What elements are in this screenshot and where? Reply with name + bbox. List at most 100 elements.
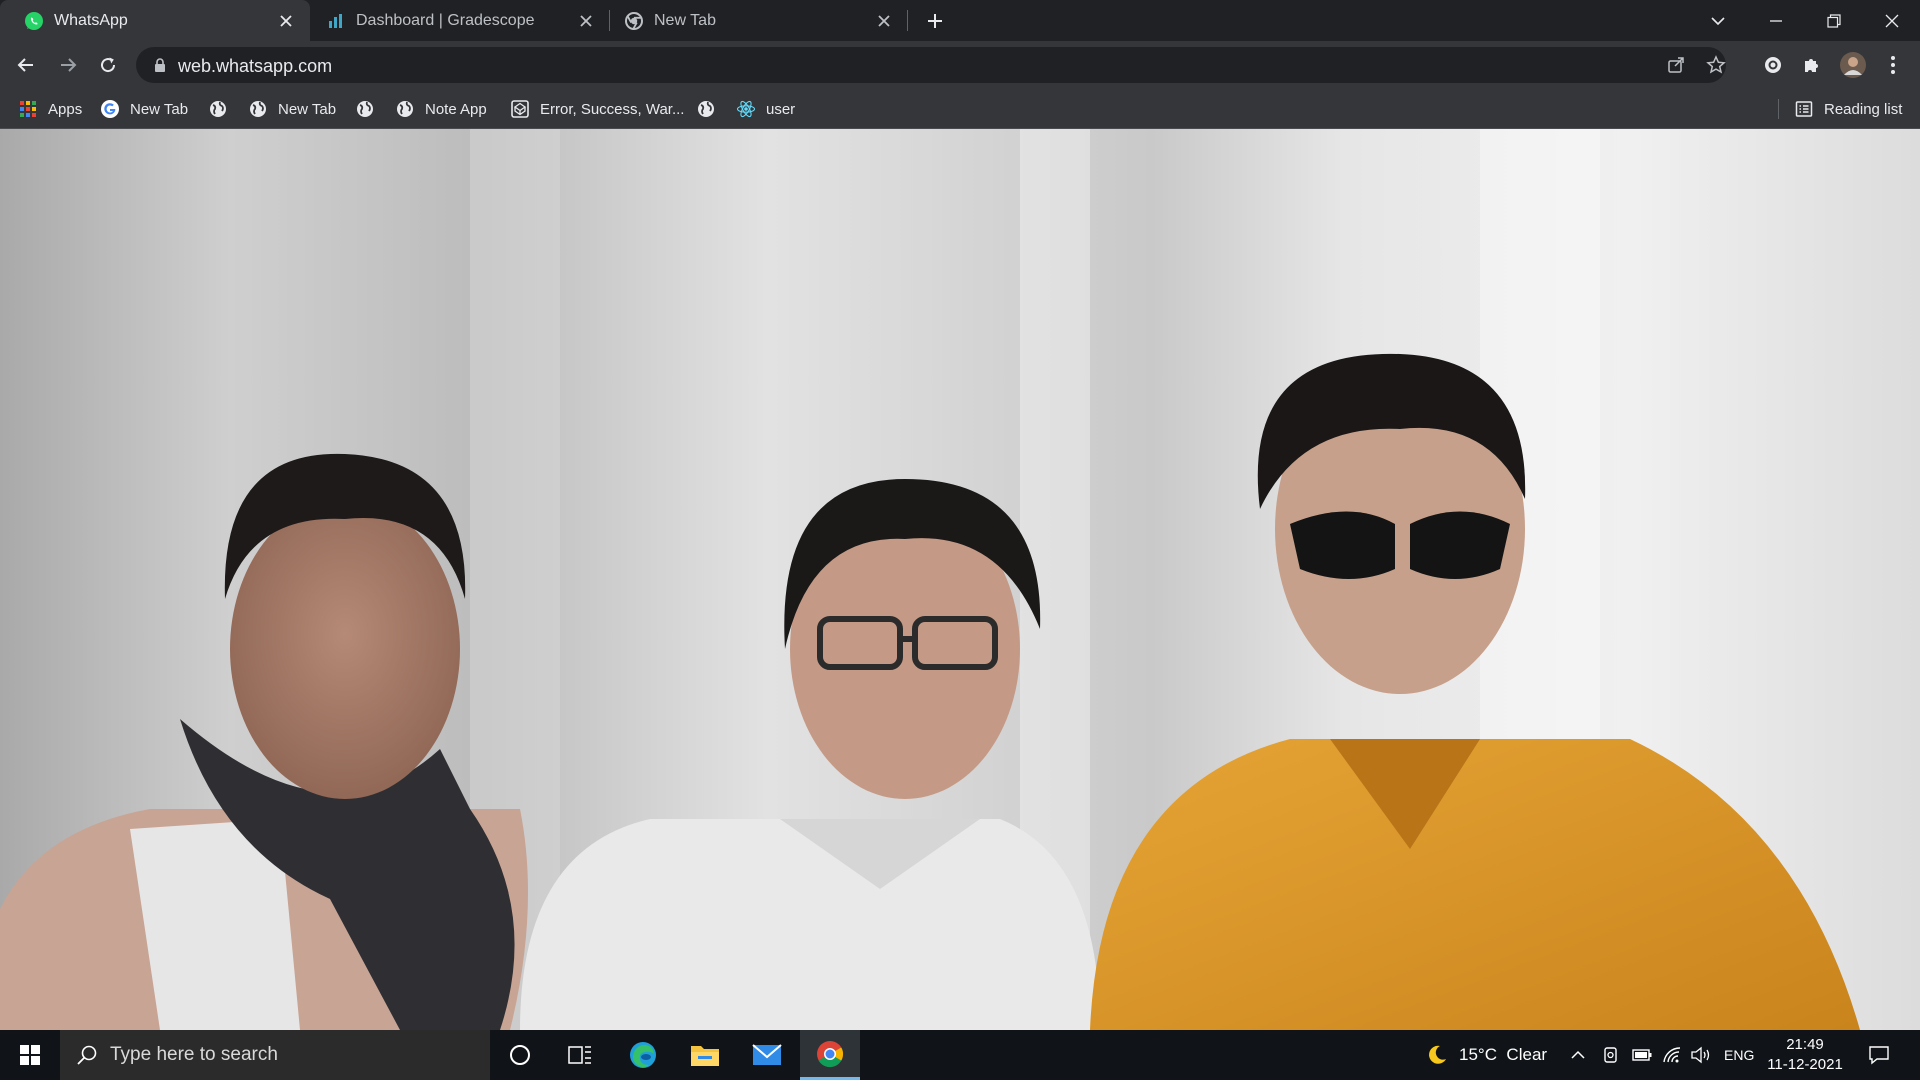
tray-battery[interactable] [1632,1030,1652,1080]
more-menu-icon[interactable] [1879,51,1907,79]
edge-icon [630,1042,656,1068]
taskbar-chrome[interactable] [800,1030,860,1080]
extension-icon[interactable] [1759,51,1787,79]
forward-button[interactable] [52,49,84,81]
restore-icon [1827,13,1841,28]
group-photo-image [0,129,1860,1030]
clock-date: 11-12-2021 [1767,1056,1843,1073]
extensions-puzzle-icon[interactable] [1797,51,1825,79]
close-window-button[interactable] [1864,0,1920,41]
arrow-right-icon [61,58,77,72]
react-icon [736,99,756,119]
close-icon[interactable] [874,11,894,31]
gradescope-icon [326,11,346,31]
clock-time: 21:49 [1786,1036,1824,1053]
tab-separator [907,10,908,31]
bookmark-globe-1[interactable] [208,97,238,121]
bookmarks-bar: Apps New Tab New Tab Note App Error, Suc… [0,89,1920,129]
url-text: web.whatsapp.com [178,56,333,76]
apps-grid-icon [18,99,38,119]
windows-taskbar: Type here to search 15°C Clear ENG 21:49 [0,1030,1920,1080]
bookmark-star-icon[interactable] [1706,55,1726,75]
globe-icon [696,99,716,119]
close-icon [1885,14,1899,27]
globe-icon [208,99,228,119]
lock-icon[interactable] [152,57,168,73]
cortana-icon [510,1045,530,1065]
whatsapp-icon [24,11,44,31]
chevron-up-icon [1571,1050,1585,1059]
windows-logo-icon [20,1045,40,1065]
chevron-down-icon [1711,16,1725,25]
new-tab-button[interactable] [922,8,948,34]
bookmark-new-tab-google[interactable]: New Tab [100,97,188,121]
bookmark-label: New Tab [130,100,189,118]
address-bar[interactable]: web.whatsapp.com [136,47,1726,83]
bookmark-note-app[interactable]: Note App [395,97,487,121]
profile-avatar[interactable] [1839,51,1867,79]
bookmark-apps[interactable]: Apps [18,97,82,121]
plus-icon [928,14,942,28]
browser-toolbar: web.whatsapp.com [0,41,1920,89]
weather-widget[interactable]: 15°C Clear [1425,1030,1547,1080]
bookmark-globe-3[interactable] [696,97,726,121]
page-content-photo[interactable] [0,129,1920,1030]
reading-list-icon [1794,99,1814,119]
tray-volume[interactable] [1690,1030,1712,1080]
bookmark-label: Apps [48,100,83,118]
action-center-button[interactable] [1868,1030,1890,1080]
tab-whatsapp[interactable]: WhatsApp [0,0,310,41]
taskbar-edge[interactable] [613,1030,673,1080]
close-icon[interactable] [576,11,596,31]
chrome-icon [817,1040,844,1067]
chrome-icon [624,11,644,31]
reading-list-label: Reading list [1824,100,1903,118]
tab-search-button[interactable] [1690,0,1746,41]
reload-button[interactable] [92,49,124,81]
task-view-icon [568,1046,591,1064]
reading-list-button[interactable]: Reading list [1794,97,1902,121]
tab-gradescope[interactable]: Dashboard | Gradescope [310,0,610,41]
bookmark-label: Error, Success, War... [540,100,685,118]
tab-title: New Tab [654,11,716,29]
taskbar-file-explorer[interactable] [675,1030,735,1080]
bookmark-label: user [766,100,796,118]
globe-icon [248,99,268,119]
weather-text: 15°C Clear [1459,1045,1548,1064]
task-view-button[interactable] [550,1030,610,1080]
taskbar-search-input[interactable]: Type here to search [60,1030,490,1080]
bookmark-error-success[interactable]: Error, Success, War... [510,97,684,121]
reload-icon [101,57,116,73]
bookmark-label: New Tab [278,100,337,118]
bookmark-user[interactable]: user [736,97,795,121]
folder-icon [691,1046,719,1066]
moon-icon [1429,1045,1446,1064]
minimize-icon [1770,19,1782,22]
share-icon[interactable] [1666,55,1686,75]
bookmark-globe-2[interactable] [355,97,385,121]
arrow-left-icon [17,58,33,72]
wifi-icon [1663,1047,1681,1063]
taskbar-mail[interactable] [737,1030,797,1080]
bookmark-new-tab[interactable]: New Tab [248,97,336,121]
globe-icon [355,99,375,119]
cortana-button[interactable] [490,1030,550,1080]
restore-button[interactable] [1806,0,1862,41]
tray-meet-now[interactable] [1602,1030,1620,1080]
bookmark-label: Note App [425,100,487,118]
tab-title: WhatsApp [54,11,128,29]
tab-strip: WhatsApp Dashboard | Gradescope New Tab [0,0,1920,41]
notification-icon [1869,1046,1889,1065]
system-clock[interactable]: 21:49 11-12-2021 [1760,1035,1850,1075]
search-placeholder: Type here to search [110,1044,278,1065]
start-button[interactable] [0,1030,60,1080]
close-icon[interactable] [276,11,296,31]
volume-icon [1691,1046,1710,1064]
tray-wifi[interactable] [1662,1030,1682,1080]
tab-new-tab[interactable]: New Tab [610,0,908,41]
back-button[interactable] [10,49,42,81]
show-hidden-icons[interactable] [1570,1030,1586,1080]
minimize-button[interactable] [1748,0,1804,41]
input-language[interactable]: ENG [1724,1030,1754,1080]
language-label: ENG [1724,1047,1755,1063]
